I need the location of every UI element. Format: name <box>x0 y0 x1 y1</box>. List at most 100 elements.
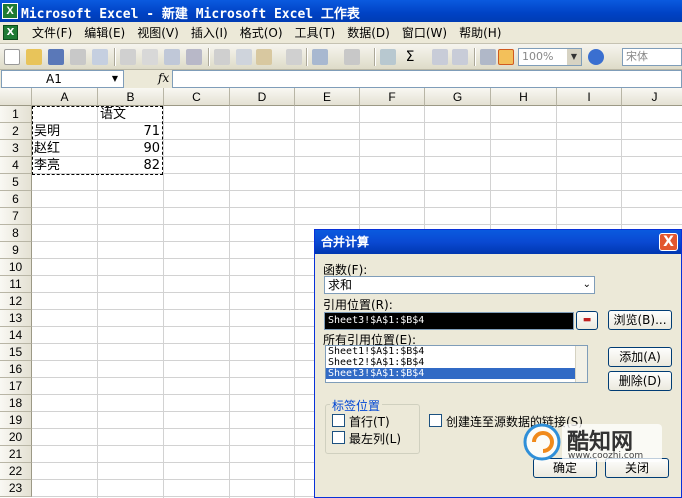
permission-icon[interactable] <box>70 49 86 65</box>
zoom-select[interactable]: 100% ▼ <box>518 48 582 66</box>
autosum-icon[interactable]: Σ <box>402 49 418 65</box>
formula-input[interactable] <box>172 70 682 88</box>
top-row-checkbox[interactable] <box>332 414 345 427</box>
print-icon[interactable] <box>120 49 136 65</box>
research-icon[interactable] <box>186 49 202 65</box>
menu-tools[interactable]: 工具(T) <box>289 25 342 41</box>
row-header-6[interactable]: 6 <box>0 191 32 208</box>
insert-function-icon[interactable]: fx <box>158 71 169 85</box>
hyperlink-icon[interactable] <box>380 49 396 65</box>
row-header-19[interactable]: 19 <box>0 412 32 429</box>
column-header-a[interactable]: A <box>32 88 98 106</box>
save-icon[interactable] <box>48 49 64 65</box>
paste-icon[interactable] <box>256 49 272 65</box>
row-header-2[interactable]: 2 <box>0 123 32 140</box>
redo-icon[interactable] <box>344 49 360 65</box>
column-header-f[interactable]: F <box>360 88 425 106</box>
row-header-10[interactable]: 10 <box>0 259 32 276</box>
cut-icon[interactable] <box>214 49 230 65</box>
row-header-11[interactable]: 11 <box>0 276 32 293</box>
email-icon[interactable] <box>92 49 108 65</box>
help-icon[interactable] <box>588 49 604 65</box>
row-header-23[interactable]: 23 <box>0 480 32 497</box>
chevron-down-icon[interactable]: ▼ <box>567 49 581 65</box>
grid-row-line <box>32 207 682 208</box>
grid-row-line <box>32 190 682 191</box>
delete-button[interactable]: 删除(D) <box>608 371 672 391</box>
menu-window[interactable]: 窗口(W) <box>396 25 453 41</box>
reference-item-sheet2[interactable]: Sheet2!$A$1:$B$4 <box>326 357 587 368</box>
column-header-c[interactable]: C <box>164 88 230 106</box>
menu-format[interactable]: 格式(O) <box>234 25 289 41</box>
label-position-legend: 标签位置 <box>330 397 383 414</box>
open-icon[interactable] <box>26 49 42 65</box>
dialog-title: 合并计算 <box>315 230 681 254</box>
row-header-15[interactable]: 15 <box>0 344 32 361</box>
copy-marquee <box>32 106 163 175</box>
menu-help[interactable]: 帮助(H) <box>453 25 507 41</box>
left-column-checkbox[interactable] <box>332 431 345 444</box>
chevron-down-icon[interactable]: ⌄ <box>583 277 591 293</box>
browse-button[interactable]: 浏览(B)... <box>608 310 672 330</box>
reference-item-sheet3[interactable]: Sheet3!$A$1:$B$4 <box>326 368 587 379</box>
new-icon[interactable] <box>4 49 20 65</box>
column-header-j[interactable]: J <box>622 88 682 106</box>
chevron-down-icon[interactable]: ▼ <box>108 72 122 86</box>
row-header-4[interactable]: 4 <box>0 157 32 174</box>
watermark-url: www.coozhi.com <box>568 451 644 461</box>
sort-descending-icon[interactable] <box>452 49 468 65</box>
standard-toolbar: Σ 100% ▼ 宋体 <box>0 44 682 70</box>
left-column-label: 最左列(L) <box>349 432 402 446</box>
column-header-i[interactable]: I <box>557 88 622 106</box>
row-header-1[interactable]: 1 <box>0 106 32 123</box>
add-button[interactable]: 添加(A) <box>608 347 672 367</box>
reference-item-sheet1[interactable]: Sheet1!$A$1:$B$4 <box>326 346 587 357</box>
row-header-3[interactable]: 3 <box>0 140 32 157</box>
row-header-12[interactable]: 12 <box>0 293 32 310</box>
copy-icon[interactable] <box>236 49 252 65</box>
menu-file[interactable]: 文件(F) <box>26 25 78 41</box>
name-box[interactable]: A1 ▼ <box>1 70 124 88</box>
select-all-corner[interactable] <box>0 88 32 106</box>
row-header-13[interactable]: 13 <box>0 310 32 327</box>
font-select[interactable]: 宋体 <box>622 48 682 66</box>
column-header-e[interactable]: E <box>295 88 360 106</box>
zoom-value: 100% <box>522 50 554 63</box>
function-select[interactable]: 求和 ⌄ <box>324 276 595 294</box>
menu-edit[interactable]: 编辑(E) <box>78 25 131 41</box>
grid-column-line <box>294 106 295 498</box>
row-header-5[interactable]: 5 <box>0 174 32 191</box>
all-references-list[interactable]: Sheet1!$A$1:$B$4 Sheet2!$A$1:$B$4 Sheet3… <box>325 345 588 383</box>
column-header-g[interactable]: G <box>425 88 491 106</box>
print-preview-icon[interactable] <box>142 49 158 65</box>
menu-insert[interactable]: 插入(I) <box>185 25 234 41</box>
close-icon[interactable]: X <box>659 233 678 251</box>
row-header-20[interactable]: 20 <box>0 429 32 446</box>
drawing-icon[interactable] <box>498 49 514 65</box>
reference-input[interactable]: Sheet3!$A$1:$B$4 <box>324 312 574 330</box>
menu-view[interactable]: 视图(V) <box>131 25 185 41</box>
workbook-icon[interactable]: X <box>3 25 18 40</box>
row-header-21[interactable]: 21 <box>0 446 32 463</box>
row-header-16[interactable]: 16 <box>0 361 32 378</box>
row-header-7[interactable]: 7 <box>0 208 32 225</box>
menu-items: 文件(F) 编辑(E) 视图(V) 插入(I) 格式(O) 工具(T) 数据(D… <box>26 25 507 41</box>
undo-icon[interactable] <box>312 49 328 65</box>
row-header-22[interactable]: 22 <box>0 463 32 480</box>
row-header-8[interactable]: 8 <box>0 225 32 242</box>
format-painter-icon[interactable] <box>286 49 302 65</box>
chart-wizard-icon[interactable] <box>480 49 496 65</box>
column-header-b[interactable]: B <box>98 88 164 106</box>
row-header-17[interactable]: 17 <box>0 378 32 395</box>
column-header-h[interactable]: H <box>491 88 557 106</box>
create-links-checkbox[interactable] <box>429 414 442 427</box>
row-header-18[interactable]: 18 <box>0 395 32 412</box>
spelling-icon[interactable] <box>164 49 180 65</box>
column-header-d[interactable]: D <box>230 88 295 106</box>
sort-ascending-icon[interactable] <box>432 49 448 65</box>
list-scrollbar[interactable] <box>575 346 587 382</box>
menu-data[interactable]: 数据(D) <box>341 25 396 41</box>
collapse-dialog-icon[interactable]: ▬ <box>576 311 598 330</box>
row-header-9[interactable]: 9 <box>0 242 32 259</box>
row-header-14[interactable]: 14 <box>0 327 32 344</box>
